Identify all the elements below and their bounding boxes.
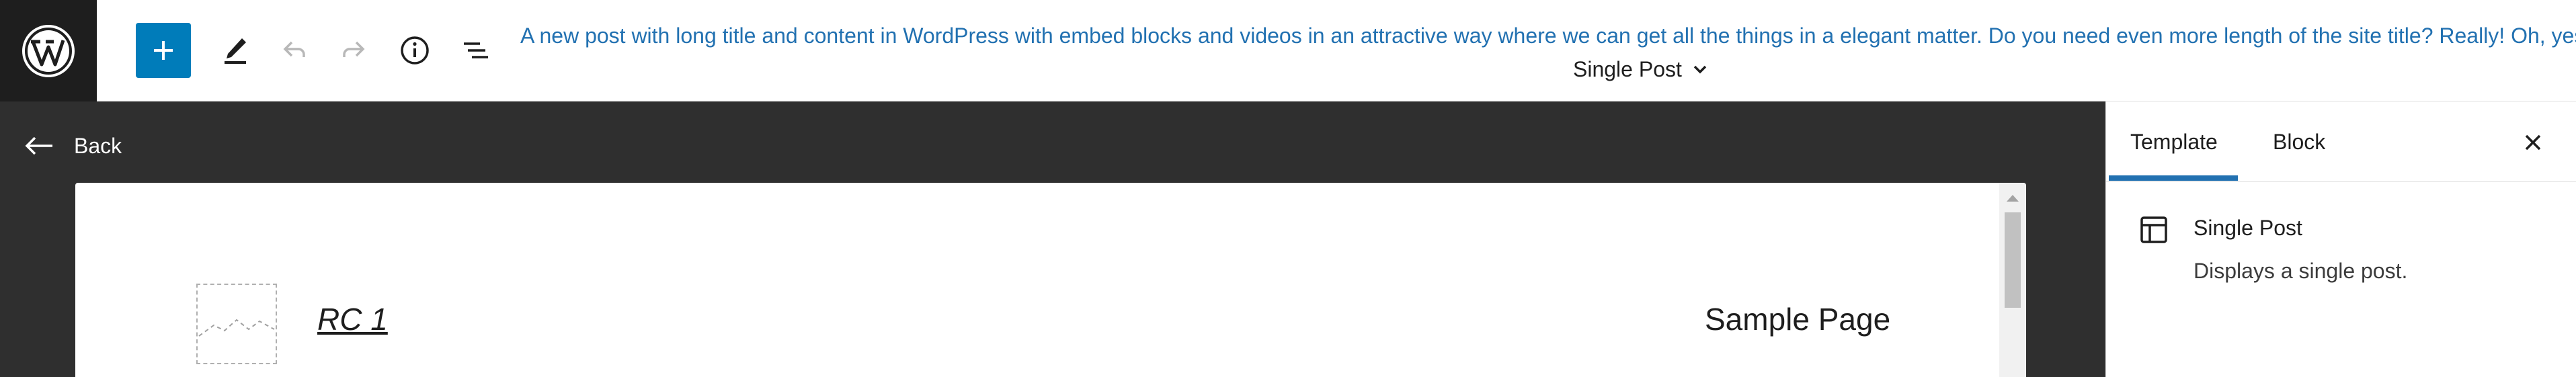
nav-item-sample-page[interactable]: Sample Page <box>1705 301 1890 337</box>
tools-button[interactable] <box>208 24 262 77</box>
scroll-thumb[interactable] <box>2005 212 2021 308</box>
list-view-icon <box>464 42 488 58</box>
canvas-scrollbar[interactable] <box>1999 183 2026 377</box>
wordpress-logo-button[interactable] <box>0 0 97 101</box>
template-title: Single Post <box>2193 216 2302 240</box>
template-switcher-label: Single Post <box>1573 56 1682 81</box>
info-icon <box>401 36 429 65</box>
site-name[interactable]: RC 1 <box>317 301 388 337</box>
add-block-button[interactable] <box>136 23 191 78</box>
pencil-icon <box>225 38 246 64</box>
image-placeholder-icon <box>198 319 275 337</box>
redo-icon <box>343 41 365 57</box>
undo-icon <box>283 41 305 57</box>
arrow-left-icon <box>24 136 54 156</box>
close-icon <box>2525 134 2541 151</box>
layout-icon <box>2137 213 2171 247</box>
template-description: Displays a single post. <box>2193 259 2408 283</box>
wordpress-logo-icon <box>22 24 75 77</box>
redo-button[interactable] <box>327 24 380 77</box>
settings-sidebar: Template Block Single Post Displays a si… <box>2105 101 2576 377</box>
back-button[interactable]: Back <box>24 131 122 161</box>
back-label: Back <box>74 133 122 158</box>
scroll-up-arrow-icon[interactable] <box>2007 195 2019 202</box>
sidebar-tabs: Template Block <box>2106 101 2576 182</box>
plus-icon <box>154 41 173 60</box>
template-switcher[interactable]: Single Post <box>1573 55 1709 83</box>
active-tab-indicator <box>2109 175 2238 181</box>
editor-canvas[interactable]: RC 1 Sample Page <box>75 183 2026 377</box>
list-view-button[interactable] <box>449 24 503 77</box>
tab-template[interactable]: Template <box>2130 101 2218 182</box>
undo-button[interactable] <box>268 24 321 77</box>
editor-header: A new post with long title and content i… <box>0 0 2576 101</box>
site-title[interactable]: A new post with long title and content i… <box>520 21 2576 50</box>
tab-block[interactable]: Block <box>2273 101 2325 182</box>
site-logo-placeholder[interactable] <box>196 284 277 364</box>
chevron-down-icon <box>1691 60 1709 78</box>
details-button[interactable] <box>388 24 442 77</box>
close-sidebar-button[interactable] <box>2509 119 2557 166</box>
